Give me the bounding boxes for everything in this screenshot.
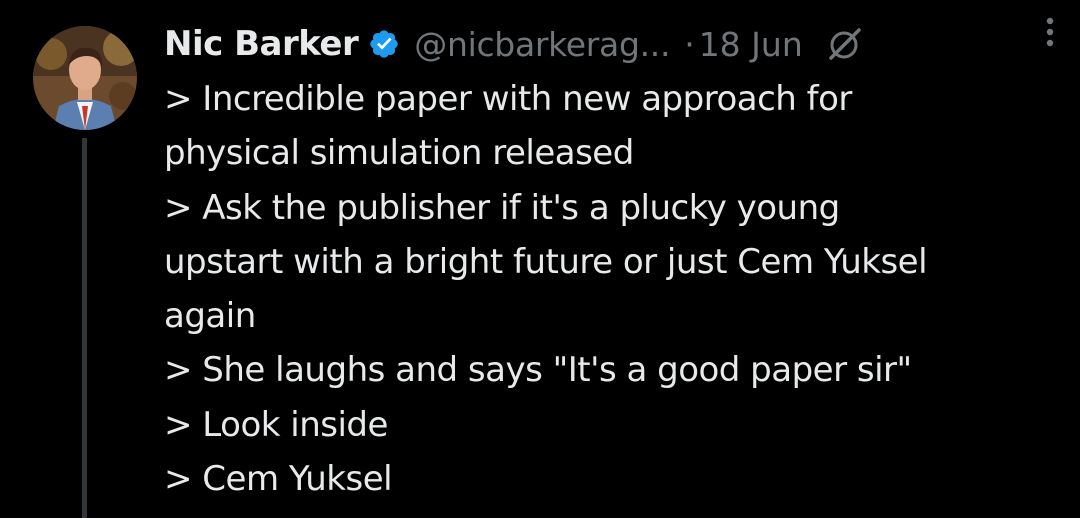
separator-dot: · [684, 24, 695, 64]
verified-badge-icon [368, 28, 400, 60]
tweet-line: > Ask the publisher if it's a plucky you… [164, 187, 840, 228]
tweet-line: > Incredible paper with new approach for [164, 79, 852, 119]
more-options-icon[interactable] [1030, 12, 1070, 52]
tweet-line: > Cem Yuksel [164, 459, 393, 500]
tweet-line: again [164, 296, 256, 337]
tweet-text: > Incredible paper with new approach for… [164, 72, 1064, 506]
user-name[interactable]: Nic Barker [164, 24, 359, 64]
tweet-line: > She laughs and says "It's a good paper… [164, 350, 912, 391]
thread-line [82, 138, 87, 518]
tweet-date[interactable]: 18 Jun [699, 25, 803, 64]
grok-icon[interactable] [825, 24, 865, 64]
tweet-line: upstart with a bright future or just Cem… [164, 241, 928, 282]
avatar[interactable] [33, 26, 137, 130]
tweet-line: physical simulation released [164, 133, 634, 174]
user-handle[interactable]: @nicbarkerag... [414, 25, 670, 64]
avatar-image [33, 26, 137, 130]
tweet-line: > Look inside [164, 404, 388, 445]
tweet-header: Nic Barker @nicbarkerag... · 18 Jun [164, 16, 1064, 72]
